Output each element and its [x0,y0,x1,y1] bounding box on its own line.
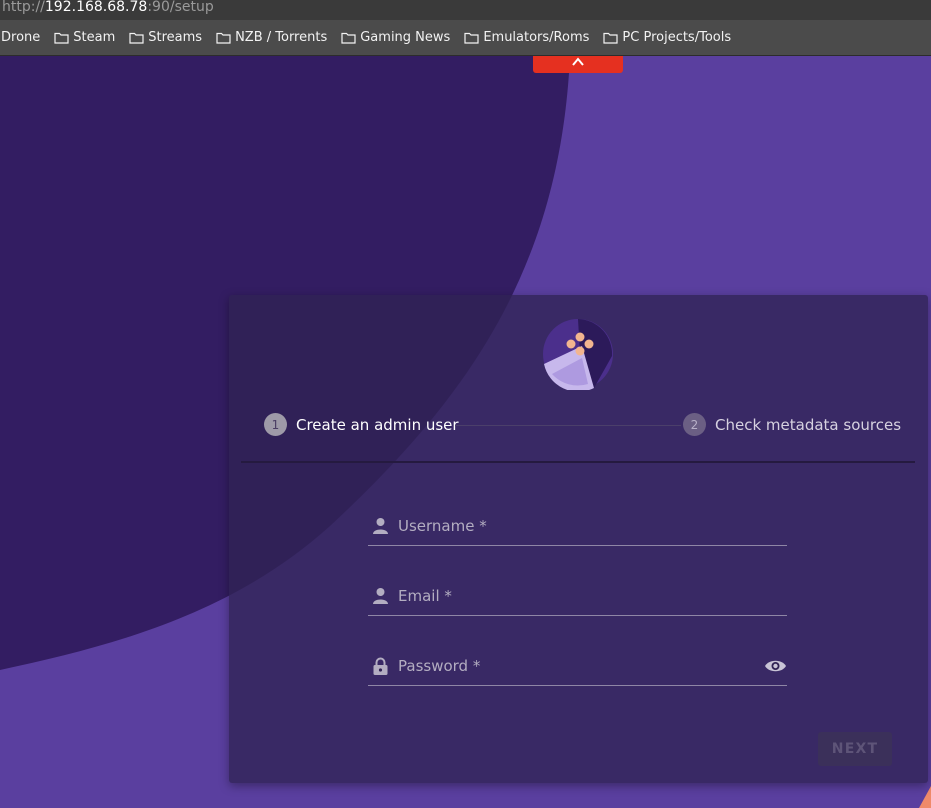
person-icon [373,588,388,604]
eye-icon[interactable] [764,659,787,673]
bookmark-gaming-news[interactable]: Gaming News [341,30,450,45]
step-label: Create an admin user [296,415,459,434]
bookmark-label: Gaming News [360,30,451,45]
arrow-up-icon [572,57,584,66]
bookmark-label: NZB / Torrents [235,30,328,45]
step-label: Check metadata sources [715,415,902,434]
username-label: Username * [398,517,487,535]
folder-icon [464,32,479,44]
bookmark-streams[interactable]: Streams [129,30,202,45]
gamepad-logo-icon [543,319,613,390]
step-create-admin[interactable]: 1 Create an admin user [264,413,459,436]
folder-icon [129,32,144,44]
email-field[interactable]: Email * [368,581,787,616]
username-field[interactable]: Username * [368,511,787,546]
folder-icon [603,32,619,44]
bookmark-label: Emulators/Roms [483,30,590,45]
bookmark-label: Drone [1,30,41,45]
password-field[interactable]: Password * [368,651,787,686]
setup-stepper: 1 Create an admin user 2 Check metadata … [241,409,915,463]
address-bar[interactable]: http://192.168.68.78:90/setup [0,0,931,20]
person-icon [373,518,388,534]
folder-icon [216,32,231,44]
step-metadata-sources[interactable]: 2 Check metadata sources [683,413,901,436]
url-host: 192.168.68.78 [44,0,148,15]
bookmark-emulators-roms[interactable]: Emulators/Roms [464,30,589,45]
step-number: 1 [264,413,287,436]
corner-decoration [919,786,931,808]
step-number: 2 [683,413,706,436]
bookmark-steam[interactable]: Steam [54,30,115,45]
bookmark-pc-projects-tools[interactable]: PC Projects/Tools [603,30,731,45]
bookmark-label: Steam [73,30,116,45]
setup-card: 1 Create an admin user 2 Check metadata … [229,295,928,783]
url-path: :90/setup [147,0,214,15]
bookmark-drone[interactable]: Drone [1,30,40,45]
email-label: Email * [398,587,452,605]
folder-icon [54,32,69,44]
step-connector [455,425,681,426]
bookmark-label: PC Projects/Tools [622,30,732,45]
bookmarks-bar: Drone Steam Streams NZB / Torrents Gamin… [0,20,931,56]
lock-icon [373,657,388,675]
next-button[interactable]: NEXT [818,732,892,766]
bookmark-label: Streams [148,30,203,45]
password-label: Password * [398,657,481,675]
bookmark-nzb-torrents[interactable]: NZB / Torrents [216,30,327,45]
url-scheme: http:// [2,0,45,15]
folder-icon [341,32,356,44]
extension-tab[interactable] [533,56,623,73]
